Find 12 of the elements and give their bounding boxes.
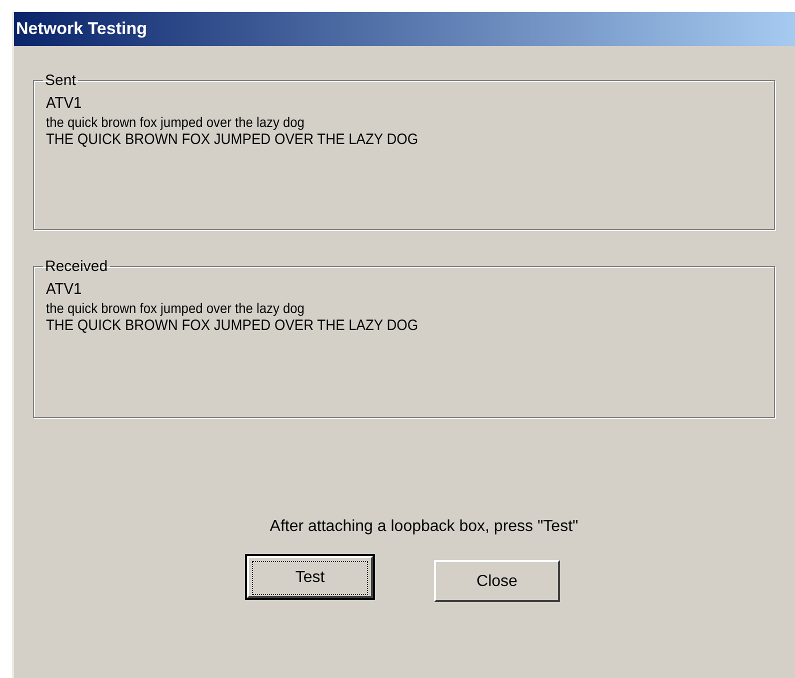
message-line: the quick brown fox jumped over the lazy dog [46,299,306,317]
message-line: THE QUICK BROWN FOX JUMPED OVER THE LAZY DOG [46,317,420,335]
window-title: Network Testing [14,12,795,46]
group-label: Sent [44,72,77,89]
group-label: Received [44,258,109,275]
message-line: ATV1 [46,281,83,299]
message-line: the quick brown fox jumped over the lazy dog [46,113,306,131]
dialog-button[interactable]: Close [434,560,560,602]
message-line: THE QUICK BROWN FOX JUMPED OVER THE LAZY DOG [46,131,420,149]
instruction-text: After attaching a loopback box, press "Test" [268,518,580,536]
dialog-button[interactable]: Test [247,556,373,598]
message-line: ATV1 [46,95,83,113]
